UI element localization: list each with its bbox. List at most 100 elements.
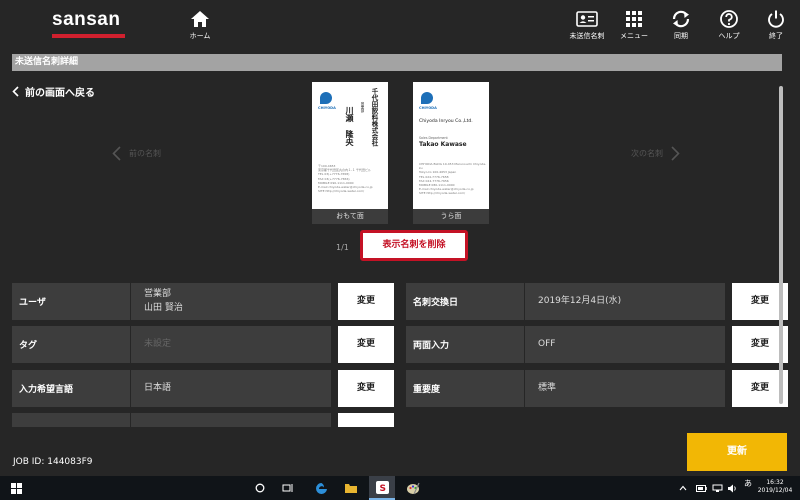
card-front-image[interactable]: CHIYODA 千代田飲料株式会社 営業部 川瀬 隆央 〒100-4653 東京…	[312, 82, 388, 209]
job-id: JOB ID: 144083F9	[13, 457, 93, 467]
home-button[interactable]: ホーム	[177, 10, 223, 41]
business-card-icon	[576, 11, 598, 27]
previous-card-label: 前の名刺	[129, 149, 161, 158]
next-field-edit-button[interactable]	[338, 413, 394, 427]
chevron-left-icon	[112, 146, 121, 161]
network-status[interactable]	[710, 476, 724, 500]
back-label: 前の画面へ戻る	[25, 88, 95, 99]
exit-button[interactable]: 終了	[753, 10, 799, 41]
clock-time: 16:32	[766, 479, 784, 486]
page-indicator: 1/1	[336, 243, 349, 252]
card-front-details: 〒100-4653 東京都千代田区丸の内１-１ 千代田ビル TEL 03(+77…	[318, 164, 373, 194]
sansan-logo: sansan	[52, 9, 121, 30]
card-back-caption: うら面	[413, 209, 489, 224]
ime-indicator-icon[interactable]: あ	[740, 479, 756, 489]
windows-taskbar: S あ 16:32 2019/12/04	[0, 476, 800, 500]
svg-text:S: S	[379, 484, 385, 494]
task-view-icon	[282, 484, 293, 492]
back-link[interactable]: 前の画面へ戻る	[12, 84, 95, 99]
card-back-brand: CHIYODA	[419, 106, 437, 110]
grid-menu-icon	[626, 11, 642, 27]
paint-app-button[interactable]	[403, 476, 423, 500]
volume-control[interactable]	[725, 476, 739, 500]
card-back-name: Takao Kawase	[419, 141, 467, 148]
user-label: ユーザ	[12, 283, 130, 320]
user-name: 山田 賢治	[144, 302, 183, 313]
edge-browser-button[interactable]	[312, 476, 330, 500]
sync-label: 同期	[674, 32, 688, 40]
user-dept: 営業部	[144, 289, 172, 299]
battery-status[interactable]	[694, 476, 708, 500]
chiyoda-logo-icon	[320, 92, 332, 104]
vertical-scrollbar[interactable]	[779, 86, 783, 404]
sync-icon	[672, 10, 690, 28]
edit-tag-button[interactable]: 変更	[338, 326, 394, 363]
edit-user-button[interactable]: 変更	[338, 283, 394, 320]
menu-label: メニュー	[620, 32, 648, 40]
logo-underline	[52, 34, 125, 38]
card-back-dept: Sales Department	[419, 136, 448, 140]
card-front-brand: CHIYODA	[318, 106, 336, 110]
priority-label: 重要度	[406, 370, 524, 407]
chiyoda-logo-icon	[421, 92, 433, 104]
next-field-label	[12, 413, 130, 427]
sansan-app-icon: S	[375, 480, 389, 494]
update-button[interactable]: 更新	[687, 433, 787, 471]
chevron-up-icon	[679, 485, 687, 491]
power-icon	[768, 10, 784, 28]
edit-language-button[interactable]: 変更	[338, 370, 394, 407]
paint-palette-icon	[407, 482, 420, 494]
battery-icon	[695, 484, 707, 492]
card-back-details: CHIYODA BLDG 10-453 Marunouchi Chiyoda-k…	[419, 162, 487, 196]
folder-icon	[345, 483, 357, 493]
edge-icon	[315, 482, 327, 494]
chevron-right-icon	[671, 146, 680, 161]
speaker-icon	[727, 484, 736, 492]
cortana-button[interactable]	[251, 476, 269, 500]
menu-button[interactable]: メニュー	[611, 10, 657, 41]
section-header: 未送信名刺詳細	[12, 54, 782, 71]
priority-value: 標準	[525, 370, 725, 407]
home-label: ホーム	[189, 32, 211, 40]
help-button[interactable]: ヘルプ	[706, 10, 752, 41]
previous-card-link[interactable]: 前の名刺	[112, 146, 161, 161]
next-card-label: 次の名刺	[631, 149, 663, 158]
next-card-link[interactable]: 次の名刺	[631, 146, 680, 161]
card-front-name: 川瀬 隆央	[345, 106, 355, 146]
clock-date: 2019/12/04	[757, 486, 793, 494]
exit-label: 終了	[769, 32, 783, 40]
taskbar-clock[interactable]: 16:32 2019/12/04	[755, 479, 795, 495]
file-explorer-button[interactable]	[342, 476, 360, 500]
windows-logo-icon	[10, 482, 22, 494]
unsent-cards-button[interactable]: 未送信名刺	[564, 10, 610, 41]
home-icon	[191, 11, 209, 27]
cortana-circle-icon	[255, 483, 265, 493]
task-view-button[interactable]	[279, 476, 297, 500]
chevron-left-icon	[12, 86, 19, 97]
next-field-value	[131, 413, 331, 427]
card-back-company: Chiyoda Inryou Co.,Ltd.	[419, 119, 473, 124]
tag-value: 未設定	[131, 326, 331, 363]
sansan-app-button[interactable]: S	[369, 476, 395, 500]
exchange-date-label: 名刺交換日	[406, 283, 524, 320]
duplex-input-label: 両面入力	[406, 326, 524, 363]
card-front-company: 千代田飲料株式会社	[370, 88, 378, 147]
network-icon	[712, 484, 722, 492]
card-front-caption: おもて面	[312, 209, 388, 224]
start-button[interactable]	[6, 476, 26, 500]
help-label: ヘルプ	[718, 32, 740, 40]
show-hidden-icons-button[interactable]	[677, 476, 689, 500]
exchange-date-value: 2019年12月4日(水)	[525, 283, 725, 320]
tag-label: タグ	[12, 326, 130, 363]
top-navigation: sansan ホーム 未送信名刺 メニュー 同期 ヘルプ 終了	[0, 0, 800, 52]
delete-card-button[interactable]: 表示名刺を削除	[360, 230, 468, 261]
input-language-value: 日本語	[131, 370, 331, 407]
card-front-dept: 営業部	[361, 102, 365, 113]
unsent-cards-label: 未送信名刺	[569, 32, 605, 40]
duplex-input-value: OFF	[525, 326, 725, 363]
user-value: 営業部 山田 賢治	[131, 283, 331, 320]
help-icon	[720, 10, 738, 28]
sync-button[interactable]: 同期	[658, 10, 704, 41]
input-language-label: 入力希望言語	[12, 370, 130, 407]
card-back-image[interactable]: CHIYODA Chiyoda Inryou Co.,Ltd. Sales De…	[413, 82, 489, 209]
